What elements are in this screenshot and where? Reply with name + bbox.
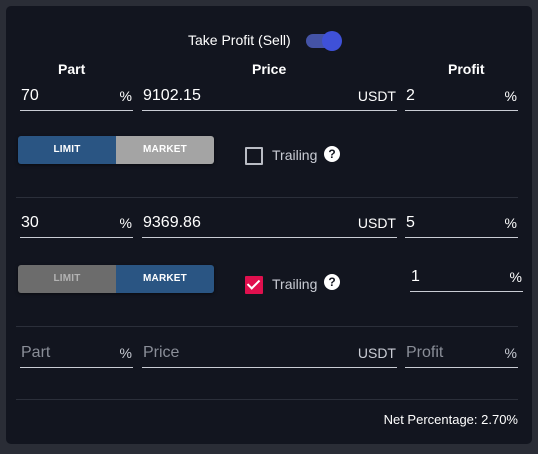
price-input[interactable]: Price USDT <box>142 341 397 368</box>
toggle-knob <box>322 31 342 51</box>
trailing-percent-input[interactable]: 1 % <box>410 265 523 292</box>
profit-input[interactable]: 5 % <box>405 211 518 238</box>
percent-unit: % <box>509 269 522 285</box>
help-icon[interactable]: ? <box>324 146 340 162</box>
trailing-label: Trailing <box>272 147 318 163</box>
part-placeholder: Part <box>21 344 51 361</box>
price-input[interactable]: 9102.15 USDT <box>142 84 397 111</box>
market-button[interactable]: MARKET <box>116 136 214 164</box>
footer-divider <box>16 399 518 400</box>
profit-value: 5 <box>406 214 415 231</box>
take-profit-toggle[interactable] <box>304 30 344 52</box>
price-value: 9369.86 <box>143 214 201 231</box>
row-divider <box>16 326 518 327</box>
percent-unit: % <box>504 215 517 231</box>
limit-button[interactable]: LIMIT <box>18 265 116 293</box>
profit-input[interactable]: Profit % <box>405 341 518 368</box>
trailing-label: Trailing <box>272 276 318 292</box>
usdt-unit: USDT <box>357 88 396 104</box>
part-value: 70 <box>21 87 39 104</box>
part-input[interactable]: Part % <box>20 341 133 368</box>
help-icon[interactable]: ? <box>324 274 340 290</box>
profit-input[interactable]: 2 % <box>405 84 518 111</box>
part-input[interactable]: 30 % <box>20 211 133 238</box>
profit-value: 2 <box>406 87 415 104</box>
column-header-price: Price <box>252 61 287 77</box>
order-type-selector: LIMIT MARKET <box>18 265 214 293</box>
trailing-checkbox[interactable] <box>245 147 263 165</box>
part-value: 30 <box>21 214 39 231</box>
usdt-unit: USDT <box>357 345 396 361</box>
take-profit-panel: Take Profit (Sell) Part Price Profit 70 … <box>6 6 532 444</box>
part-input[interactable]: 70 % <box>20 84 133 111</box>
percent-unit: % <box>119 88 132 104</box>
take-profit-title: Take Profit (Sell) <box>188 32 291 48</box>
column-header-part: Part <box>58 61 86 77</box>
percent-unit: % <box>119 215 132 231</box>
market-button[interactable]: MARKET <box>116 265 214 293</box>
percent-unit: % <box>504 345 517 361</box>
order-type-selector: LIMIT MARKET <box>18 136 214 164</box>
trailing-value: 1 <box>411 268 420 285</box>
checkmark-icon <box>246 276 261 290</box>
net-percentage: Net Percentage: 2.70% <box>383 412 518 427</box>
percent-unit: % <box>119 345 132 361</box>
price-value: 9102.15 <box>143 87 201 104</box>
trailing-checkbox[interactable] <box>245 276 263 294</box>
percent-unit: % <box>504 88 517 104</box>
price-placeholder: Price <box>143 344 180 361</box>
row-divider <box>16 197 518 198</box>
column-header-profit: Profit <box>448 61 485 77</box>
usdt-unit: USDT <box>357 215 396 231</box>
limit-button[interactable]: LIMIT <box>18 136 116 164</box>
profit-placeholder: Profit <box>406 344 444 361</box>
price-input[interactable]: 9369.86 USDT <box>142 211 397 238</box>
